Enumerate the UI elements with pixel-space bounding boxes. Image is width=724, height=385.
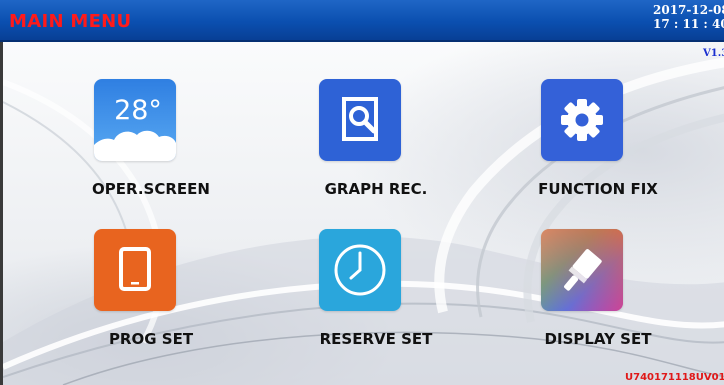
page-title: MAIN MENU (9, 11, 132, 32)
header-bar: MAIN MENU 2017-12-08 17 : 11 : 40 (0, 0, 724, 42)
main-menu-screen: MAIN MENU 2017-12-08 17 : 11 : 40 V1.3 (0, 0, 724, 385)
version-label: V1.3 (703, 48, 724, 59)
serial-number: U740171118UV01 (625, 372, 724, 383)
tablet-icon[interactable] (94, 229, 176, 311)
reserve-set-label: RESERVE SET (319, 330, 433, 348)
graph-rec-label: GRAPH REC. (324, 180, 428, 198)
gear-icon[interactable] (541, 79, 623, 161)
weather-temperature-text: 28° (114, 95, 162, 126)
function-fix-label: FUNCTION FIX (538, 180, 658, 198)
menu-panel: V1.3 28° OPER.SCREEN (0, 42, 724, 385)
paint-brush-icon[interactable] (541, 229, 623, 311)
datetime-display: 2017-12-08 17 : 11 : 40 (653, 3, 724, 31)
time-text: 17 : 11 : 40 (653, 17, 724, 31)
graph-search-icon[interactable] (319, 79, 401, 161)
oper-screen-label: OPER.SCREEN (92, 180, 210, 198)
clock-icon[interactable] (319, 229, 401, 311)
display-set-label: DISPLAY SET (544, 330, 652, 348)
weather-icon[interactable]: 28° (94, 79, 176, 161)
prog-set-label: PROG SET (108, 330, 194, 348)
date-text: 2017-12-08 (653, 3, 724, 17)
